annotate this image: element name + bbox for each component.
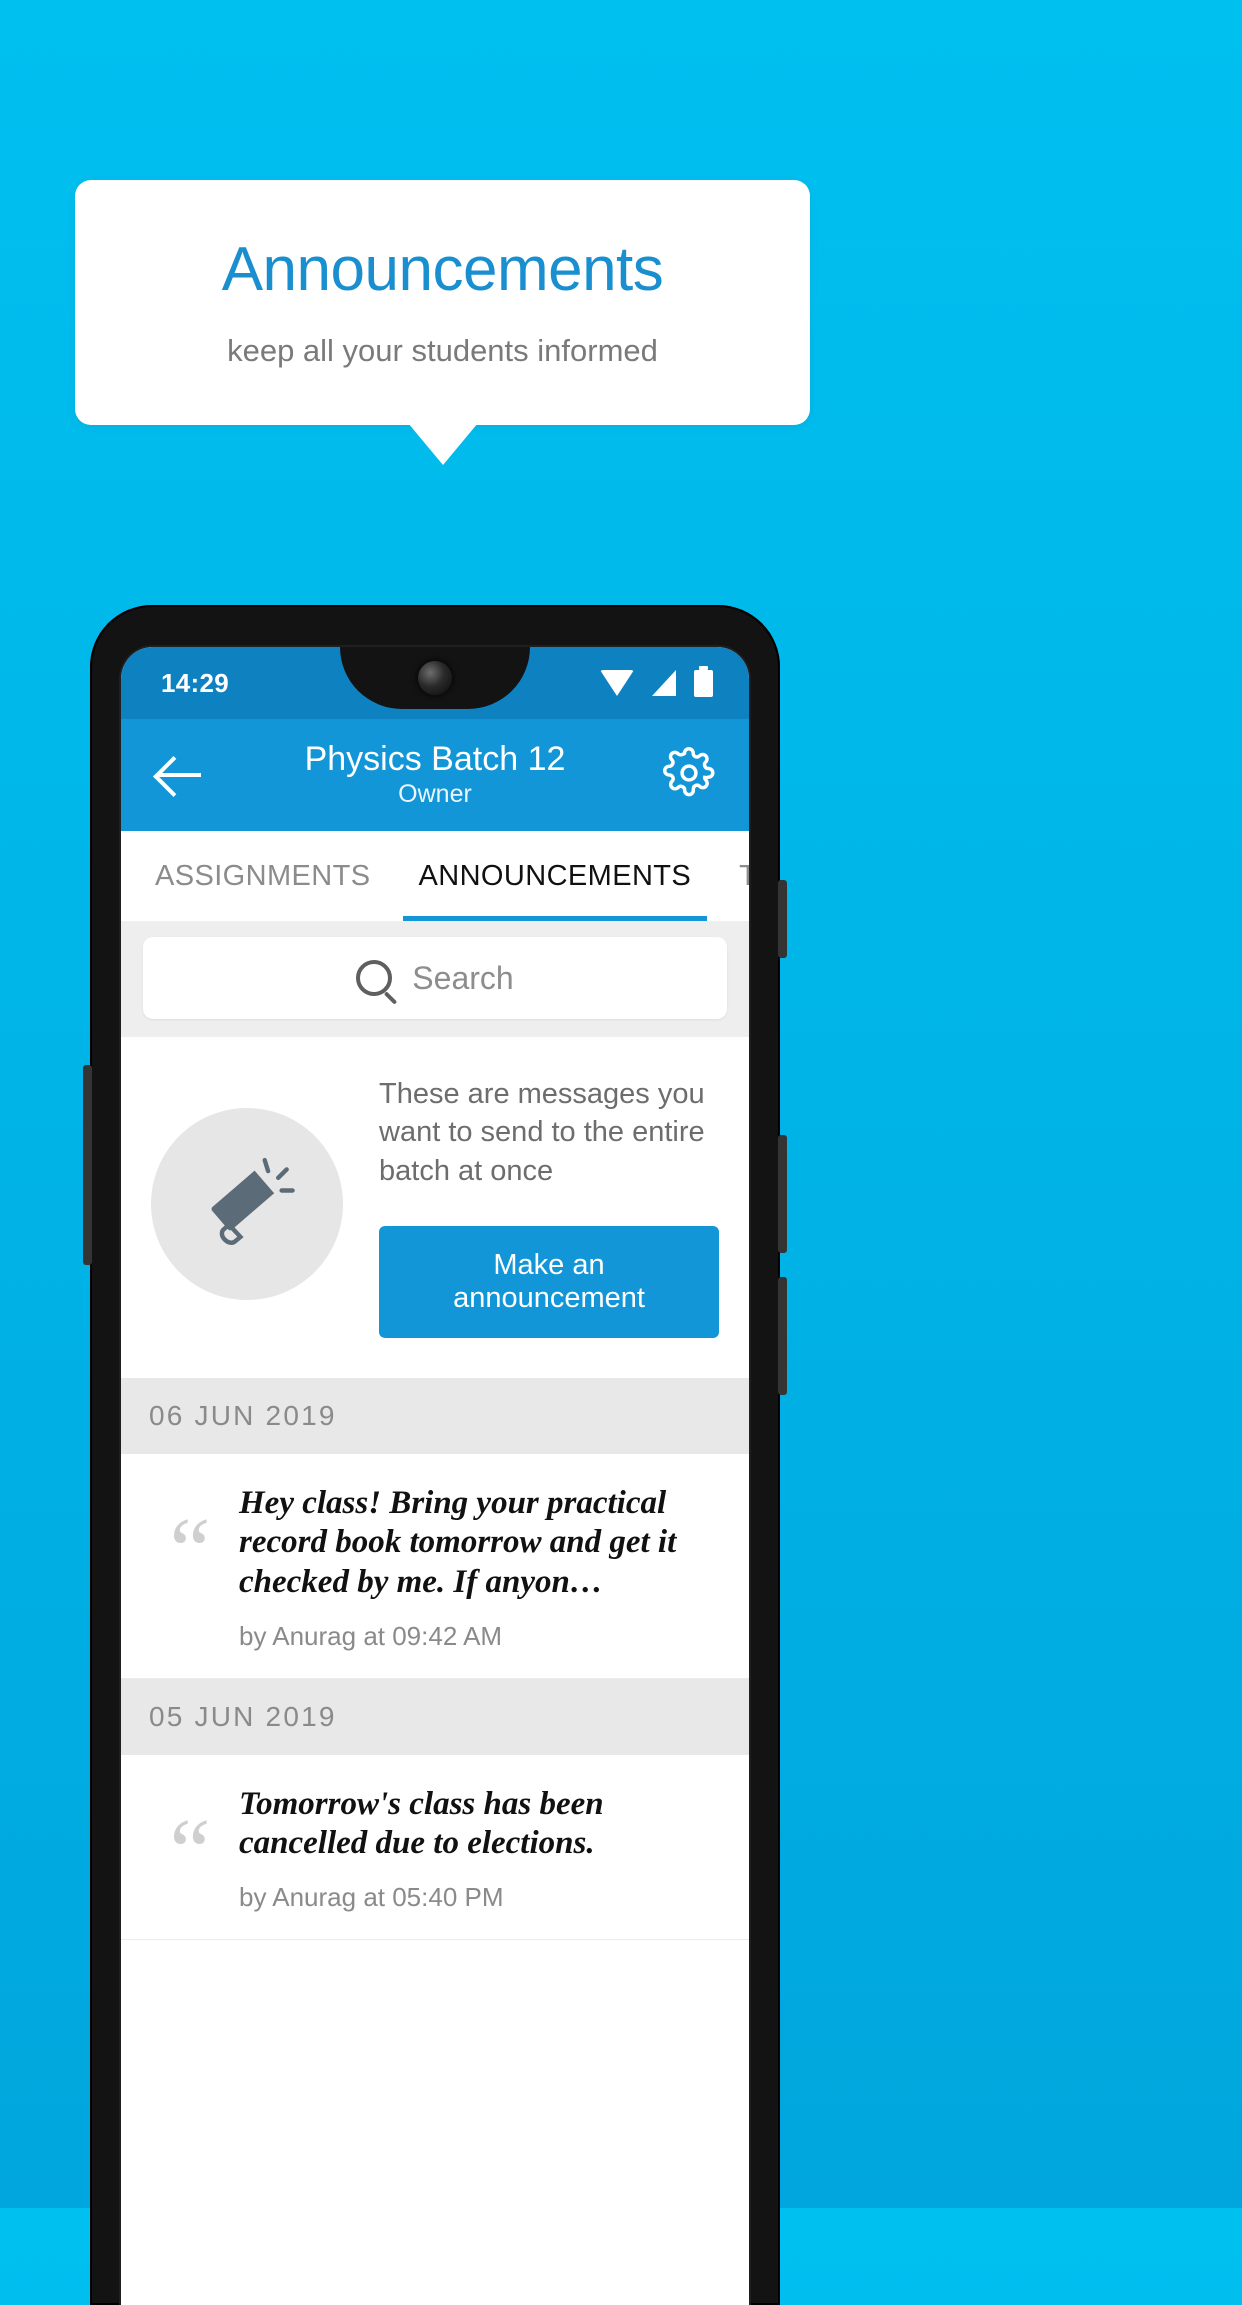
page-title: Announcements (221, 235, 664, 304)
search-input[interactable]: Search (143, 937, 727, 1019)
tab-announcements[interactable]: ANNOUNCEMENTS (395, 831, 716, 921)
gear-icon[interactable] (663, 746, 715, 804)
make-announcement-button[interactable]: Make an announcement (379, 1225, 719, 1338)
phone-volume-down-button[interactable] (778, 1277, 787, 1395)
tab-bar: ASSIGNMENTS ANNOUNCEMENTS TESTS ’ (121, 831, 749, 921)
search-section: Search (121, 921, 749, 1037)
announcement-body: Tomorrow's class has been cancelled due … (239, 1785, 723, 1913)
status-bar: 14:29 (121, 647, 749, 719)
date-header: 06 JUN 2019 (121, 1377, 749, 1454)
announcement-meta: by Anurag at 09:42 AM (239, 1620, 503, 1651)
status-bar-icons (600, 647, 713, 719)
announcement-text: Tomorrow's class has been cancelled due … (239, 1785, 604, 1862)
list-item[interactable]: “ Tomorrow's class has been cancelled du… (121, 1754, 749, 1940)
status-bar-clock: 14:29 (161, 667, 229, 698)
empty-state-content: These are messages you want to send to t… (379, 1071, 719, 1338)
announcement-meta: by Anurag at 05:40 PM (239, 1881, 504, 1912)
announcement-list: 06 JUN 2019 “ Hey class! Bring your prac… (121, 1377, 749, 1940)
search-icon (356, 960, 393, 996)
tab-tests[interactable]: TESTS (715, 831, 749, 921)
list-item[interactable]: “ Hey class! Bring your practical record… (121, 1453, 749, 1679)
phone-assistant-button[interactable] (83, 1065, 92, 1265)
signal-icon (652, 670, 676, 696)
app-bar-titles: Physics Batch 12 Owner (121, 740, 749, 811)
front-camera-icon (418, 661, 452, 695)
phone-bezel: 14:29 Physics Batch 12 Owner ASSIGNMENTS… (119, 645, 751, 2305)
phone-screen: 14:29 Physics Batch 12 Owner ASSIGNMENTS… (121, 647, 749, 2305)
wifi-icon (600, 670, 634, 696)
tab-assignments[interactable]: ASSIGNMENTS (121, 831, 395, 921)
empty-state-promo: These are messages you want to send to t… (121, 1037, 749, 1378)
phone-mockup: 14:29 Physics Batch 12 Owner ASSIGNMENTS… (83, 605, 787, 2305)
back-arrow-icon[interactable] (157, 752, 203, 798)
speech-bubble-tail (408, 423, 478, 465)
empty-state-text: These are messages you want to send to t… (379, 1078, 705, 1187)
phone-power-button[interactable] (778, 880, 787, 958)
phone-notch (340, 647, 530, 709)
megaphone-icon (151, 1108, 343, 1301)
announcement-text: Hey class! Bring your practical record b… (239, 1484, 677, 1600)
phone-volume-up-button[interactable] (778, 1135, 787, 1253)
page-subtitle: keep all your students informed (227, 333, 658, 368)
battery-icon (694, 665, 713, 697)
promo-card: Announcements keep all your students inf… (75, 180, 810, 425)
search-placeholder: Search (412, 959, 514, 996)
announcement-body: Hey class! Bring your practical record b… (239, 1484, 723, 1652)
batch-title: Physics Batch 12 (304, 739, 566, 778)
quote-icon: “ (169, 1799, 211, 1902)
app-bar: Physics Batch 12 Owner (121, 719, 749, 831)
quote-icon: “ (169, 1498, 211, 1601)
batch-role: Owner (398, 779, 472, 808)
date-header: 05 JUN 2019 (121, 1678, 749, 1755)
